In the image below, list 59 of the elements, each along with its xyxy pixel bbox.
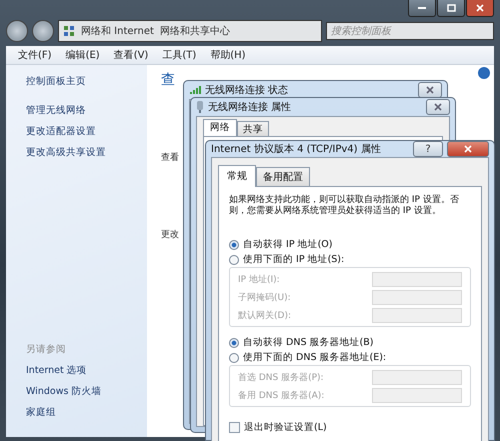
close-icon <box>476 4 484 12</box>
ip-input-field[interactable] <box>372 370 462 385</box>
close-icon <box>434 103 442 111</box>
back-button[interactable] <box>6 20 28 42</box>
help-icon[interactable] <box>478 67 490 79</box>
minimize-button[interactable] <box>408 0 436 17</box>
breadcrumb-item[interactable]: 网络和共享中心 <box>160 24 230 38</box>
maximize-button[interactable] <box>437 0 465 17</box>
section-text: 查看 <box>161 152 179 164</box>
ip-input-field[interactable] <box>372 290 462 305</box>
help-button[interactable]: ? <box>413 141 443 157</box>
sidebar-link[interactable]: 更改高级共享设置 <box>26 146 147 159</box>
menu-item[interactable]: 编辑(E) <box>66 48 100 62</box>
intro-text: 如果网络支持此功能，则可以获取自动指派的 IP 设置。否则，您需要从网络系统管理员处获得适当的 IP 设置。 <box>229 195 460 217</box>
close-icon <box>464 145 472 153</box>
sidebar-link[interactable]: 家庭组 <box>26 406 147 419</box>
control-panel-icon <box>63 25 75 37</box>
tab[interactable]: 共享 <box>237 121 269 136</box>
window-title: 无线网络连接 属性 <box>208 100 292 114</box>
field-label: 首选 DNS 服务器(P): <box>238 372 324 384</box>
menu-item[interactable]: 文件(F) <box>18 48 52 62</box>
close-button[interactable] <box>466 0 494 17</box>
menu-item[interactable]: 查看(V) <box>114 48 148 62</box>
address-bar[interactable]: 网络和 Internet 网络和共享中心 <box>58 20 322 42</box>
window-title: Internet 协议版本 4 (TCP/IPv4) 属性 <box>211 142 382 156</box>
sidebar-link[interactable]: 管理无线网络 <box>26 104 147 117</box>
network-adapter-icon <box>196 101 204 113</box>
sidebar-link[interactable]: 更改适配器设置 <box>26 125 147 138</box>
ip-input-field[interactable] <box>372 388 462 403</box>
radio-option[interactable]: 使用下面的 IP 地址(S): <box>229 252 471 267</box>
radio-option[interactable]: 自动获得 DNS 服务器地址(B) <box>229 335 471 350</box>
menu-item[interactable]: 帮助(H) <box>210 48 246 62</box>
field-label: 默认网关(D): <box>238 310 291 322</box>
window-title: 无线网络连接 状态 <box>205 84 290 97</box>
breadcrumb-item[interactable]: 网络和 Internet <box>81 24 154 38</box>
tab[interactable]: 常规 <box>218 165 256 187</box>
section-text: 更改 <box>161 228 179 241</box>
maximize-icon <box>446 4 456 12</box>
page-heading: 查 <box>161 71 175 89</box>
field-label: 备用 DNS 服务器(A): <box>238 390 324 402</box>
sidebar-link[interactable]: Internet 选项 <box>26 364 147 377</box>
field-label: IP 地址(I): <box>238 274 280 286</box>
ip-input-field[interactable] <box>372 308 462 323</box>
forward-button[interactable] <box>32 20 54 42</box>
close-icon <box>426 86 434 94</box>
radio-option[interactable]: 自动获得 IP 地址(O) <box>229 237 471 252</box>
search-field[interactable]: 搜索控制面板 <box>326 22 494 40</box>
menu-item[interactable]: 工具(T) <box>162 48 196 62</box>
tab[interactable]: 备用配置 <box>256 167 310 187</box>
validate-checkbox[interactable]: 退出时验证设置(L) <box>229 421 471 434</box>
minimize-icon <box>418 6 426 10</box>
sidebar-link[interactable]: 控制面板主页 <box>26 75 147 88</box>
wireless-signal-icon <box>189 85 201 95</box>
tab[interactable]: 网络 <box>203 119 237 136</box>
ip-input-field[interactable] <box>372 272 462 287</box>
see-also-heading: 另请参阅 <box>26 343 67 356</box>
radio-option[interactable]: 使用下面的 DNS 服务器地址(E): <box>229 350 471 365</box>
sidebar-link[interactable]: Windows 防火墙 <box>26 385 147 398</box>
field-label: 子网掩码(U): <box>238 292 291 304</box>
